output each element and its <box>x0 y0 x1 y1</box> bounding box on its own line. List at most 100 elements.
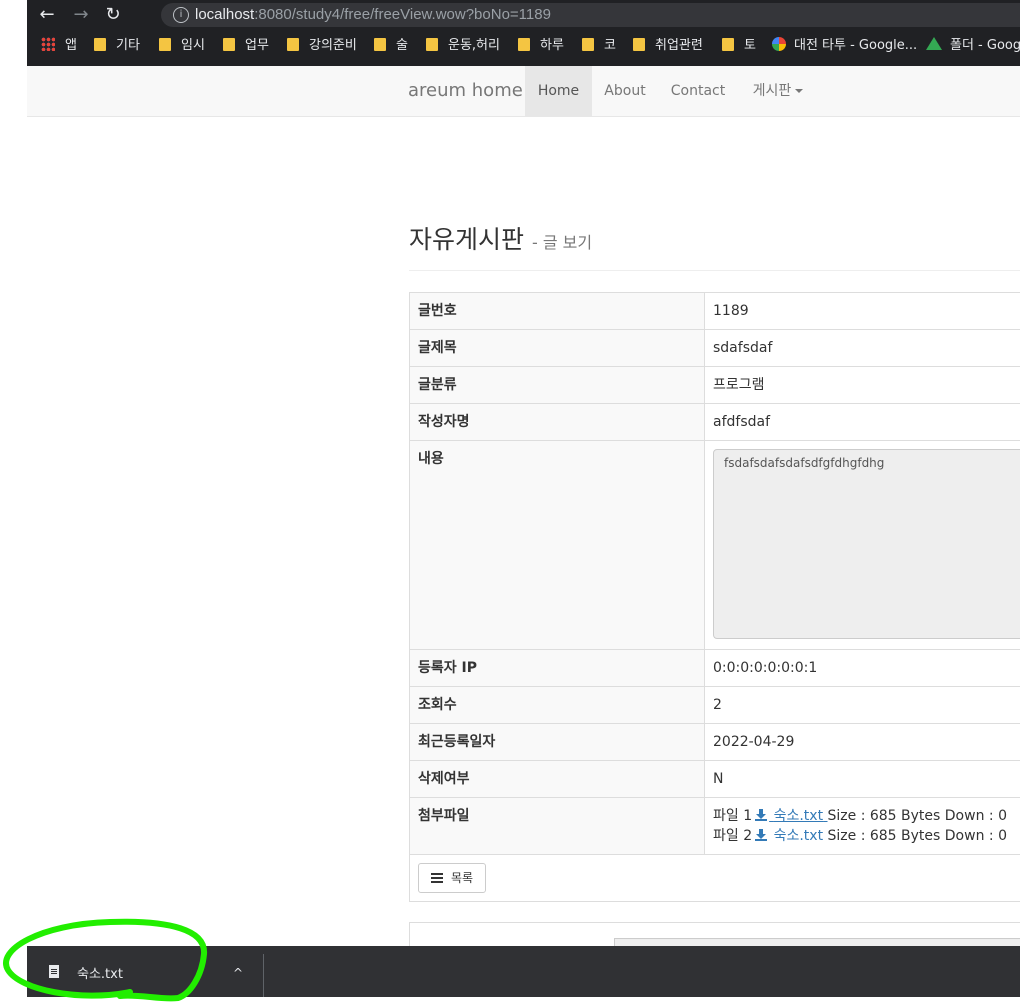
row-label: 조회수 <box>409 686 705 724</box>
table-row: 내용 fsdafsdafsdafsdfgfdhgfdhg <box>409 440 1020 650</box>
chevron-up-icon[interactable]: ^ <box>233 966 243 980</box>
bookmark-folder[interactable]: 기타 <box>94 30 140 62</box>
url-text: localhost:8080/study4/free/freeView.wow?… <box>195 3 551 27</box>
bookmark-folder[interactable]: 취업관련 <box>633 30 703 62</box>
row-label: 글번호 <box>409 292 705 330</box>
bookmark-label: 임시 <box>181 38 205 53</box>
table-row: 글번호 1189 <box>409 292 1020 330</box>
attachment-link[interactable]: 숙소.txt <box>752 828 823 844</box>
bookmark-label: 앱 <box>65 38 77 53</box>
row-label: 등록자 IP <box>409 649 705 687</box>
table-row: 작성자명 afdfsdaf <box>409 403 1020 441</box>
row-label: 글분류 <box>409 366 705 404</box>
list-button[interactable]: 목록 <box>418 863 487 893</box>
table-row: 목록 <box>409 854 1020 902</box>
bookmark-folder[interactable]: 업무 <box>223 30 269 62</box>
row-label: 글제목 <box>409 329 705 367</box>
nav-board-label: 게시판 <box>752 83 792 99</box>
download-shelf: 숙소.txt ^ <box>27 946 1020 997</box>
page-title-text: 자유게시판 <box>409 225 525 254</box>
post-number: 1189 <box>704 292 1020 330</box>
table-row: 글제목 sdafsdaf <box>409 329 1020 367</box>
bookmark-folder[interactable]: 하루 <box>518 30 564 62</box>
button-cell: 목록 <box>409 854 1020 902</box>
download-separator <box>263 954 264 997</box>
bookmark-label: 기타 <box>116 38 140 53</box>
folder-icon <box>374 38 386 51</box>
nav-board-dropdown[interactable]: 게시판 <box>738 66 818 116</box>
content-cell: fsdafsdafsdafsdfgfdhgfdhg <box>704 440 1020 650</box>
deleted-flag: N <box>704 760 1020 798</box>
bookmark-apps[interactable]: 앱 <box>41 30 77 62</box>
table-row: 조회수 2 <box>409 686 1020 724</box>
bookmark-folder[interactable]: 운동,허리 <box>426 30 500 62</box>
folder-icon <box>94 38 106 51</box>
attachment-name: 숙소.txt <box>773 808 824 824</box>
bookmark-folder[interactable]: 코 <box>582 30 616 62</box>
bookmark-folder[interactable]: 임시 <box>159 30 205 62</box>
page-title: 자유게시판 - 글 보기 <box>409 220 592 256</box>
download-icon <box>755 809 768 821</box>
nav-contact[interactable]: Contact <box>658 66 738 116</box>
post-author: afdfsdaf <box>704 403 1020 441</box>
nav-home[interactable]: Home <box>525 66 592 116</box>
row-label: 내용 <box>409 440 705 650</box>
attachment-link[interactable]: 숙소.txt <box>752 808 827 824</box>
attachment-prefix: 파일 1 <box>713 808 753 824</box>
table-row: 최근등록일자 2022-04-29 <box>409 723 1020 761</box>
table-row: 글분류 프로그램 <box>409 366 1020 404</box>
post-category: 프로그램 <box>704 366 1020 404</box>
folder-icon <box>426 38 438 51</box>
download-file-name: 숙소.txt <box>77 967 123 982</box>
bookmark-drive[interactable]: 폴더 - Googl <box>926 30 1020 62</box>
bookmarks-bar: 앱 기타 임시 업무 강의준비 술 운동,허리 하루 코 취업관련 토 대전 타… <box>27 30 1020 67</box>
download-item[interactable]: 숙소.txt ^ <box>27 946 263 997</box>
forward-button[interactable]: → <box>69 3 93 27</box>
attachments-cell: 파일 1 숙소.txt Size : 685 Bytes Down : 0 파일… <box>704 797 1020 855</box>
folder-icon <box>159 38 171 51</box>
bookmark-folder[interactable]: 토 <box>722 30 756 62</box>
post-title: sdafsdaf <box>704 329 1020 367</box>
folder-icon <box>518 38 530 51</box>
drive-icon <box>926 37 942 50</box>
brand-link[interactable]: areum home <box>408 66 523 116</box>
list-icon <box>431 873 443 883</box>
bookmark-label: 운동,허리 <box>448 38 500 53</box>
nav-about[interactable]: About <box>592 66 658 116</box>
file-icon <box>49 965 59 978</box>
reload-icon: ↻ <box>105 4 121 25</box>
page-subtitle: 글 보기 <box>542 233 593 252</box>
bookmark-label: 코 <box>604 38 616 53</box>
attachment-item: 파일 2 숙소.txt Size : 685 Bytes Down : 0 <box>713 826 1020 846</box>
bookmark-google[interactable]: 대전 타투 - Google... <box>772 30 917 62</box>
table-row: 삭제여부 N <box>409 760 1020 798</box>
folder-icon <box>722 38 734 51</box>
bookmark-label: 강의준비 <box>309 38 357 53</box>
bookmark-label: 술 <box>396 38 408 53</box>
row-label: 삭제여부 <box>409 760 705 798</box>
download-icon <box>755 829 768 841</box>
row-label: 첨부파일 <box>409 797 705 855</box>
apps-icon <box>41 37 55 51</box>
author-ip: 0:0:0:0:0:0:0:1 <box>704 649 1020 687</box>
site-info-icon[interactable]: i <box>173 7 189 23</box>
browser-toolbar: ← → ↻ i localhost:8080/study4/free/freeV… <box>27 0 1020 30</box>
url-path: :8080/study4/free/freeView.wow?boNo=1189 <box>254 6 551 23</box>
attachment-meta: Size : 685 Bytes Down : 0 <box>827 828 1007 844</box>
bookmark-folder[interactable]: 강의준비 <box>287 30 357 62</box>
list-button-label: 목록 <box>451 871 474 885</box>
google-icon <box>772 37 786 51</box>
post-detail-table: 글번호 1189 글제목 sdafsdaf 글분류 프로그램 작성자명 afdf… <box>409 292 1020 902</box>
title-divider <box>409 270 1020 271</box>
url-host: localhost <box>195 6 255 23</box>
row-label: 작성자명 <box>409 403 705 441</box>
bookmark-label: 업무 <box>245 38 269 53</box>
bookmark-folder[interactable]: 술 <box>374 30 408 62</box>
table-row: 등록자 IP 0:0:0:0:0:0:0:1 <box>409 649 1020 687</box>
registered-date: 2022-04-29 <box>704 723 1020 761</box>
table-row: 첨부파일 파일 1 숙소.txt Size : 685 Bytes Down :… <box>409 797 1020 855</box>
content-textarea[interactable]: fsdafsdafsdafsdfgfdhgfdhg <box>713 449 1020 639</box>
address-bar[interactable]: i localhost:8080/study4/free/freeView.wo… <box>161 3 1020 27</box>
back-button[interactable]: ← <box>35 3 59 27</box>
reload-button[interactable]: ↻ <box>101 3 125 27</box>
